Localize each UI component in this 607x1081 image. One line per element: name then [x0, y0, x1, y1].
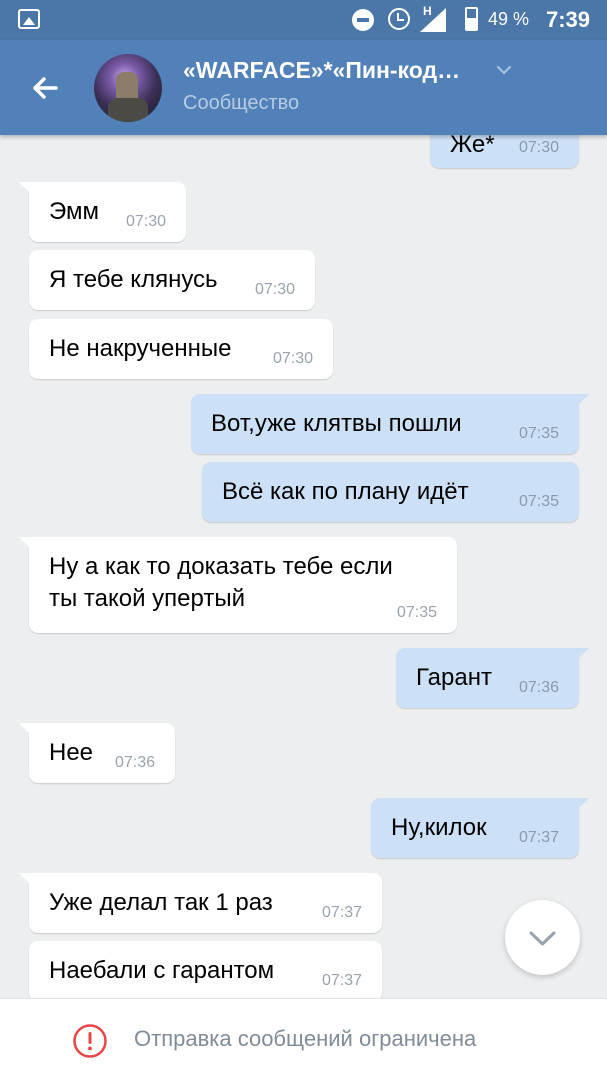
bubble-tail	[19, 537, 37, 555]
message-incoming[interactable]: Я тебе клянусь 07:30	[29, 250, 315, 310]
message-incoming[interactable]: Эмм 07:30	[19, 182, 186, 242]
compose-restricted-bar: Отправка сообщений ограничена	[0, 998, 607, 1081]
do-not-disturb-icon	[352, 9, 374, 31]
message-time: 07:35	[518, 425, 559, 442]
message-text: Всё как по плану идёт	[222, 478, 469, 505]
bubble-tail	[571, 394, 589, 412]
message-incoming[interactable]: Уже делал так 1 раз 07:37	[19, 873, 382, 933]
message-time: 07:35	[518, 493, 559, 510]
network-type-label: H	[423, 4, 432, 18]
message-time: 07:30	[518, 139, 559, 156]
message-time: 07:36	[518, 679, 559, 696]
message-text: Же*	[450, 135, 495, 158]
chat-title[interactable]: «WARFACE»*«Пин-код…	[183, 57, 460, 84]
message-outgoing[interactable]: Гарант 07:36	[396, 648, 589, 708]
message-outgoing[interactable]: Всё как по плану идёт 07:35	[202, 462, 579, 522]
message-time: 07:30	[125, 213, 166, 230]
message-time: 07:37	[321, 904, 362, 921]
message-incoming[interactable]: Ну а как то доказать тебе если ты такой …	[19, 537, 457, 633]
message-time: 07:37	[321, 972, 362, 989]
message-text-line: Ну а как то доказать тебе если	[49, 553, 393, 580]
message-text: Не накрученные	[49, 335, 232, 362]
exclamation-circle-icon	[73, 1024, 107, 1058]
message-incoming[interactable]: Не накрученные 07:30	[29, 319, 333, 379]
community-avatar[interactable]	[94, 54, 162, 122]
message-outgoing[interactable]: Же* 07:30	[430, 135, 579, 168]
message-time: 07:35	[396, 604, 437, 621]
restricted-notice: Отправка сообщений ограничена	[134, 1026, 477, 1051]
message-list[interactable]: Же* 07:30 Эмм 07:30 Я тебе клянусь 07:30…	[0, 135, 607, 998]
message-time: 07:30	[254, 281, 295, 298]
bubble-tail	[571, 798, 589, 816]
message-time: 07:36	[114, 754, 155, 771]
message-text: Вот,уже клятвы пошли	[211, 410, 462, 437]
gallery-icon	[18, 9, 40, 29]
status-bar: H 49 % 7:39	[0, 0, 607, 40]
chevron-down-icon[interactable]	[496, 62, 512, 78]
message-text: Гарант	[416, 664, 492, 691]
message-text: Эмм	[49, 198, 99, 225]
back-button[interactable]	[26, 72, 66, 104]
message-text-line: ты такой упертый	[49, 585, 245, 612]
message-text: Уже делал так 1 раз	[49, 889, 273, 916]
chevron-down-icon	[529, 931, 556, 946]
message-time: 07:30	[272, 350, 313, 367]
chat-subtitle: Сообщество	[183, 92, 300, 114]
message-text: Ну,килок	[391, 814, 487, 841]
message-text: Я тебе клянусь	[49, 266, 218, 293]
battery-icon	[465, 7, 478, 31]
battery-percent: 49 %	[488, 9, 530, 29]
scroll-to-bottom-button[interactable]	[505, 900, 580, 975]
message-incoming[interactable]: Наебали с гарантом 07:37	[29, 941, 382, 998]
clock: 7:39	[546, 7, 591, 32]
arrow-left-icon	[33, 77, 58, 99]
message-text: Наебали с гарантом	[49, 957, 275, 984]
message-outgoing[interactable]: Вот,уже клятвы пошли 07:35	[191, 394, 589, 454]
chat-header: «WARFACE»*«Пин-код… Сообщество	[0, 40, 607, 135]
alarm-icon	[388, 8, 410, 30]
bubble-tail	[19, 873, 37, 891]
message-time: 07:37	[518, 829, 559, 846]
bubble-tail	[19, 723, 37, 741]
bubble-tail	[571, 648, 589, 666]
message-outgoing[interactable]: Ну,килок 07:37	[371, 798, 589, 858]
message-incoming[interactable]: Нее 07:36	[19, 723, 175, 783]
message-text: Нее	[49, 739, 94, 766]
bubble-tail	[19, 182, 37, 200]
